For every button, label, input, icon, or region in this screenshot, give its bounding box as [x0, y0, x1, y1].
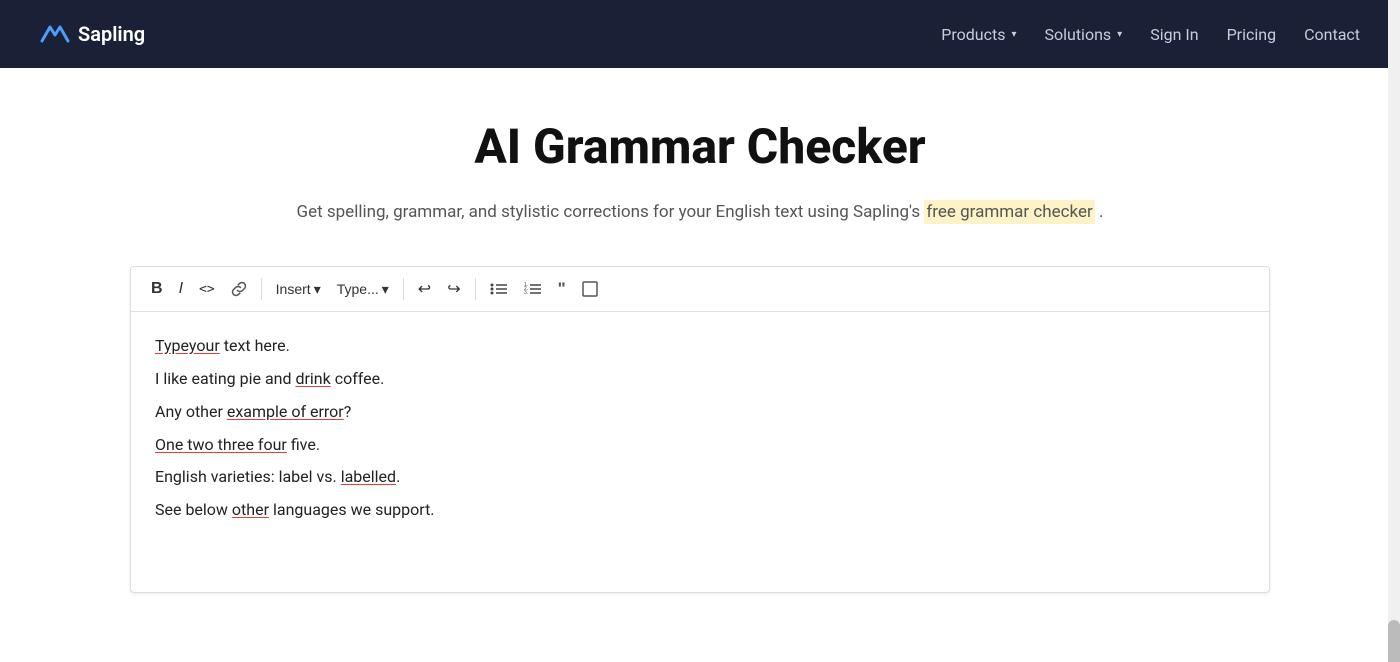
navbar: Sapling Products ▾ Solutions ▾ Sign In P…	[0, 0, 1400, 68]
toolbar-separator-1	[261, 278, 262, 300]
editor-container: B I <> Insert ▾ Type... ▾ ↩ ↪	[130, 266, 1270, 593]
nav-contact[interactable]: Contact	[1304, 25, 1360, 44]
bullet-list-button[interactable]	[484, 277, 514, 301]
chevron-down-icon: ▾	[1011, 29, 1016, 40]
editor-line-1: Typeyour text here.	[155, 332, 1245, 361]
nav-links: Products ▾ Solutions ▾ Sign In Pricing C…	[941, 25, 1360, 44]
page-title: AI Grammar Checker	[130, 118, 1270, 175]
logo-link[interactable]: Sapling	[40, 22, 941, 46]
bold-button[interactable]: B	[145, 276, 169, 302]
editor-line-5: English varieties: label vs. labelled.	[155, 463, 1245, 492]
subtitle: Get spelling, grammar, and stylistic cor…	[130, 199, 1270, 226]
nav-signin[interactable]: Sign In	[1150, 25, 1198, 44]
scroll-thumb[interactable]	[1388, 620, 1400, 662]
editor-line-4: One two three four five.	[155, 431, 1245, 460]
expand-icon	[582, 281, 598, 297]
editor-body[interactable]: Typeyour text here. I like eating pie an…	[131, 312, 1269, 592]
highlight-text: free grammar checker	[924, 200, 1094, 224]
main-content: AI Grammar Checker Get spelling, grammar…	[50, 68, 1350, 633]
error-underline: One two three four	[155, 435, 287, 454]
nav-pricing[interactable]: Pricing	[1227, 25, 1277, 44]
link-icon	[231, 281, 247, 297]
editor-line-6: See below other languages we support.	[155, 496, 1245, 525]
italic-button[interactable]: I	[173, 276, 189, 302]
chevron-down-icon: ▾	[314, 281, 321, 298]
toolbar-separator-3	[475, 278, 476, 300]
editor-line-3: Any other example of error?	[155, 398, 1245, 427]
redo-button[interactable]: ↪	[441, 275, 466, 303]
expand-button[interactable]	[576, 277, 604, 301]
numbered-list-button[interactable]: 1. 2. 3.	[518, 277, 548, 301]
type-dropdown[interactable]: Type... ▾	[331, 277, 395, 302]
error-underline: drink	[295, 369, 330, 388]
error-underline: labelled	[341, 467, 396, 486]
scrollbar[interactable]	[1388, 0, 1400, 662]
bullet-list-icon	[490, 281, 508, 297]
nav-solutions[interactable]: Solutions ▾	[1044, 25, 1122, 44]
nav-products[interactable]: Products ▾	[941, 25, 1016, 44]
quote-button[interactable]: "	[552, 275, 572, 303]
toolbar-separator-2	[403, 278, 404, 300]
link-button[interactable]	[225, 277, 253, 301]
chevron-down-icon: ▾	[1117, 29, 1122, 40]
logo-text: Sapling	[78, 22, 145, 46]
editor-toolbar: B I <> Insert ▾ Type... ▾ ↩ ↪	[131, 267, 1269, 312]
error-underline: other	[232, 500, 269, 519]
logo-icon	[40, 23, 70, 45]
svg-text:3.: 3.	[524, 290, 528, 296]
numbered-list-icon: 1. 2. 3.	[524, 281, 542, 297]
code-button[interactable]: <>	[193, 278, 221, 301]
undo-button[interactable]: ↩	[412, 275, 437, 303]
error-underline: example of error	[227, 402, 344, 421]
editor-line-2: I like eating pie and drink coffee.	[155, 365, 1245, 394]
insert-dropdown[interactable]: Insert ▾	[270, 277, 327, 302]
error-underline: Typeyour	[155, 336, 220, 355]
chevron-down-icon: ▾	[382, 281, 389, 298]
